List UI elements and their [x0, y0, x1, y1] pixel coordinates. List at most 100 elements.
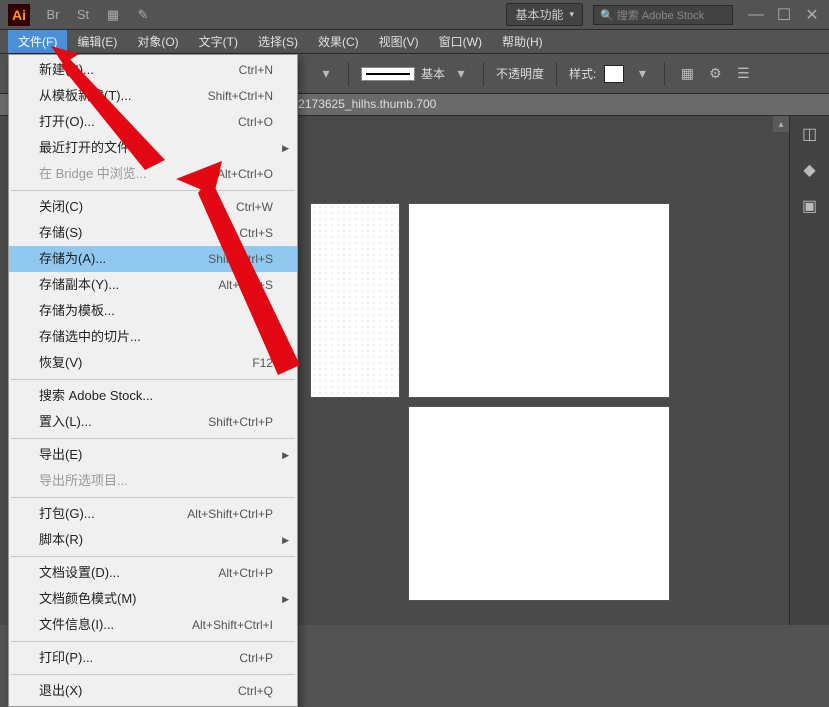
panel-menu-icon[interactable]: ☰	[733, 65, 753, 82]
menu-item-label: 打开(O)...	[39, 113, 95, 131]
arrange-documents-icon[interactable]: ▦	[104, 6, 122, 24]
menu-item-shortcut: Ctrl+O	[238, 113, 273, 131]
libraries-panel-icon[interactable]: ▣	[800, 196, 820, 216]
file-menu-item[interactable]: 文档颜色模式(M)	[9, 586, 297, 612]
file-menu-item[interactable]: 恢复(V)F12	[9, 350, 297, 376]
menu-item-label: 脚本(R)	[39, 531, 83, 549]
menu-item-shortcut: Ctrl+N	[239, 61, 273, 79]
menu-help[interactable]: 帮助(H)	[492, 30, 553, 53]
menu-item-label: 导出(E)	[39, 446, 82, 464]
menu-item-shortcut: Alt+Ctrl+O	[217, 165, 273, 183]
file-menu-item[interactable]: 打印(P)...Ctrl+P	[9, 645, 297, 671]
menu-separator	[11, 641, 295, 642]
menu-separator	[11, 190, 295, 191]
file-menu-item[interactable]: 脚本(R)	[9, 527, 297, 553]
file-menu-item[interactable]: 存储为模板...	[9, 298, 297, 324]
document-setup-icon[interactable]: ▦	[677, 65, 697, 82]
file-menu-item[interactable]: 退出(X)Ctrl+Q	[9, 678, 297, 704]
search-stock-input[interactable]: 🔍 搜索 Adobe Stock	[593, 5, 733, 25]
menu-item-shortcut: Alt+Ctrl+P	[218, 564, 273, 582]
stroke-style-selector[interactable]: 基本 ▾	[361, 65, 471, 82]
file-menu-item[interactable]: 新建(N)...Ctrl+N	[9, 57, 297, 83]
file-menu-item[interactable]: 最近打开的文件(F)	[9, 135, 297, 161]
menu-item-shortcut: Alt+Shift+Ctrl+P	[187, 505, 273, 523]
stroke-style-label: 基本	[421, 65, 445, 82]
menu-item-shortcut: Shift+Ctrl+S	[208, 250, 273, 268]
menu-item-shortcut: F12	[252, 354, 273, 372]
artboard-1[interactable]	[310, 203, 400, 398]
file-menu-item[interactable]: 导出(E)	[9, 442, 297, 468]
style-swatch[interactable]	[604, 65, 624, 83]
file-menu-item[interactable]: 打开(O)... Ctrl+O	[9, 109, 297, 135]
menu-object[interactable]: 对象(O)	[127, 30, 188, 53]
menu-item-label: 打印(P)...	[39, 649, 93, 667]
titlebar-icons: Br St ▦ ✎	[44, 6, 152, 24]
file-menu-item[interactable]: 置入(L)...Shift+Ctrl+P	[9, 409, 297, 435]
stroke-preview	[361, 67, 415, 81]
menu-item-label: 导出所选项目...	[39, 472, 128, 490]
workspace-label: 基本功能	[515, 6, 563, 23]
menu-view[interactable]: 视图(V)	[369, 30, 429, 53]
bridge-icon[interactable]: Br	[44, 6, 62, 24]
artboard-3[interactable]	[408, 406, 670, 601]
menu-item-label: 存储副本(Y)...	[39, 276, 119, 294]
menu-item-shortcut: Shift+Ctrl+P	[208, 413, 273, 431]
menu-item-label: 搜索 Adobe Stock...	[39, 387, 153, 405]
file-menu-item[interactable]: 从模板新建(T)... Shift+Ctrl+N	[9, 83, 297, 109]
menu-separator	[11, 379, 295, 380]
menu-item-label: 在 Bridge 中浏览...	[39, 165, 147, 183]
chevron-down-icon: ▾	[569, 9, 574, 20]
titlebar: Ai Br St ▦ ✎ 基本功能 ▾ 🔍 搜索 Adobe Stock — ☐…	[0, 0, 829, 30]
menu-item-label: 存储为(A)...	[39, 250, 106, 268]
file-menu-item[interactable]: 打包(G)...Alt+Shift+Ctrl+P	[9, 501, 297, 527]
app-logo: Ai	[8, 4, 30, 26]
feather-icon[interactable]: ✎	[134, 6, 152, 24]
file-menu-item[interactable]: 存储(S)Ctrl+S	[9, 220, 297, 246]
menu-item-label: 从模板新建(T)...	[39, 87, 131, 105]
menu-file[interactable]: 文件(F)	[8, 30, 67, 53]
file-menu-item[interactable]: 存储为(A)... Shift+Ctrl+S	[9, 246, 297, 272]
maximize-button[interactable]: ☐	[775, 6, 793, 24]
menu-item-label: 存储(S)	[39, 224, 82, 242]
artboard-2[interactable]	[408, 203, 670, 398]
panel-dock: ◫ ◆ ▣	[789, 116, 829, 625]
properties-panel-icon[interactable]: ◫	[800, 124, 820, 144]
opacity-label[interactable]: 不透明度	[496, 65, 544, 82]
menu-separator	[11, 556, 295, 557]
file-menu-item: 在 Bridge 中浏览... Alt+Ctrl+O	[9, 161, 297, 187]
chevron-down-icon[interactable]: ▾	[632, 65, 652, 82]
menu-item-label: 存储选中的切片...	[39, 328, 141, 346]
file-menu-dropdown: 新建(N)...Ctrl+N 从模板新建(T)... Shift+Ctrl+N 打开(…	[8, 54, 298, 707]
file-menu-item: 导出所选项目...	[9, 468, 297, 494]
file-menu-item[interactable]: 文档设置(D)... Alt+Ctrl+P	[9, 560, 297, 586]
chevron-down-icon: ▾	[451, 65, 471, 82]
menu-type[interactable]: 文字(T)	[189, 30, 248, 53]
menu-effect[interactable]: 效果(C)	[308, 30, 369, 53]
layers-panel-icon[interactable]: ◆	[800, 160, 820, 180]
menu-item-label: 文档设置(D)...	[39, 564, 120, 582]
stock-icon[interactable]: St	[74, 6, 92, 24]
menu-item-label: 文件信息(I)...	[39, 616, 114, 634]
file-menu-item[interactable]: 关闭(C)Ctrl+W	[9, 194, 297, 220]
menu-separator	[11, 674, 295, 675]
menu-item-shortcut: Alt+Ctrl+S	[218, 276, 273, 294]
preferences-icon[interactable]: ⚙	[705, 65, 725, 82]
scroll-up-button[interactable]: ▴	[773, 116, 789, 132]
menu-item-label: 存储为模板...	[39, 302, 115, 320]
menu-window[interactable]: 窗口(W)	[429, 30, 492, 53]
minimize-button[interactable]: —	[747, 6, 765, 24]
menu-edit[interactable]: 编辑(E)	[67, 30, 127, 53]
file-menu-item[interactable]: 文件信息(I)...Alt+Shift+Ctrl+I	[9, 612, 297, 638]
file-menu-item[interactable]: 存储选中的切片...	[9, 324, 297, 350]
menu-item-shortcut: Shift+Ctrl+N	[208, 87, 273, 105]
chevron-down-icon[interactable]: ▾	[316, 65, 336, 82]
workspace-switcher[interactable]: 基本功能 ▾	[506, 3, 583, 26]
menu-separator	[11, 438, 295, 439]
file-menu-item[interactable]: 存储副本(Y)... Alt+Ctrl+S	[9, 272, 297, 298]
menu-item-shortcut: Ctrl+Q	[238, 682, 273, 700]
menubar: 文件(F) 编辑(E) 对象(O) 文字(T) 选择(S) 效果(C) 视图(V…	[0, 30, 829, 54]
close-button[interactable]: ✕	[803, 6, 821, 24]
file-menu-item[interactable]: 搜索 Adobe Stock...	[9, 383, 297, 409]
style-label: 样式:	[569, 65, 596, 82]
menu-select[interactable]: 选择(S)	[248, 30, 308, 53]
